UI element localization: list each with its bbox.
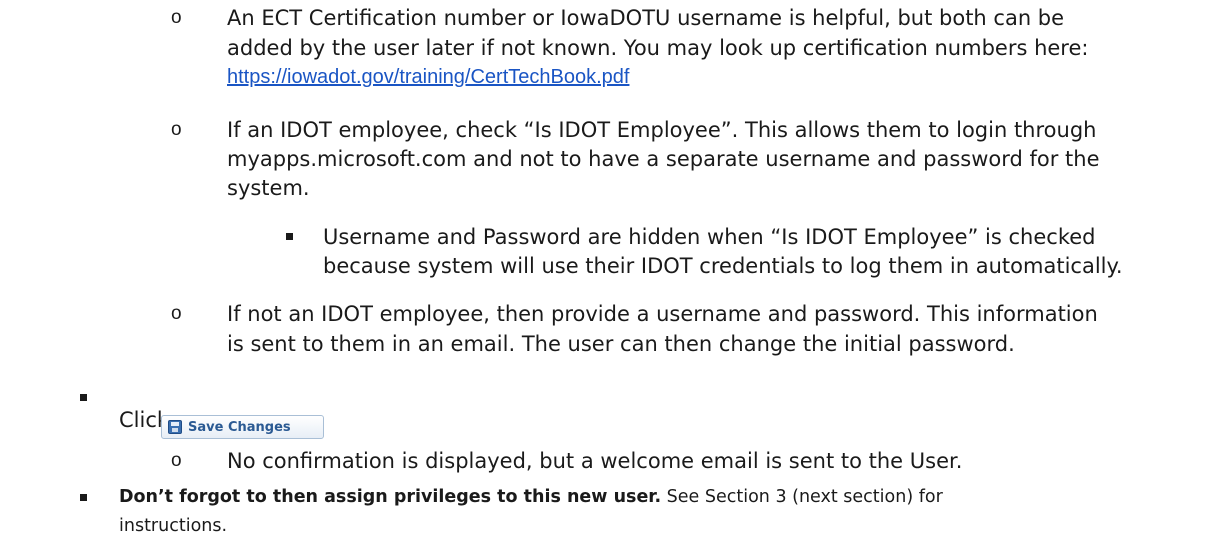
floppy-disk-icon <box>168 420 182 434</box>
idot-text-line-3: system. <box>227 176 310 200</box>
cert-tech-book-link[interactable]: https://iowadot.gov/training/CertTechBoo… <box>227 66 629 88</box>
idot-text-line-1: If an IDOT employee, check “Is IDOT Empl… <box>227 118 1097 142</box>
document-page: o An ECT Certification number or IowaDOT… <box>0 0 1218 548</box>
assign-privileges-bold-text: Don’t forgot to then assign privileges t… <box>119 487 662 507</box>
ect-link-line: https://iowadot.gov/training/CertTechBoo… <box>227 61 629 92</box>
assign-privileges-rest-text: See Section 3 (next section) for <box>661 487 943 507</box>
hidden-text-line-1: Username and Password are hidden when “I… <box>323 225 1096 249</box>
square-bullet-marker <box>80 394 87 401</box>
no-confirmation-text: No confirmation is displayed, but a welc… <box>227 449 963 473</box>
sub-bullet-marker: o <box>171 450 182 471</box>
ect-text-line-1: An ECT Certification number or IowaDOTU … <box>227 6 1065 30</box>
square-bullet-marker <box>286 233 293 240</box>
assign-privileges-line-2: instructions. <box>119 516 228 536</box>
save-changes-button[interactable]: Save Changes <box>161 415 324 439</box>
not-idot-text-line-1: If not an IDOT employee, then provide a … <box>227 302 1098 326</box>
assign-privileges-line-1: Don’t forgot to then assign privileges t… <box>119 484 943 510</box>
sub-bullet-marker: o <box>171 303 182 324</box>
idot-text-line-2: myapps.microsoft.com and not to have a s… <box>227 147 1100 171</box>
save-changes-button-label: Save Changes <box>188 419 291 435</box>
ect-text-line-2: added by the user later if not known. Yo… <box>227 36 1089 60</box>
not-idot-text-line-2: is sent to them in an email. The user ca… <box>227 332 1015 356</box>
square-bullet-marker <box>80 494 87 501</box>
sub-bullet-marker: o <box>171 7 182 28</box>
sub-bullet-marker: o <box>171 119 182 140</box>
hidden-text-line-2: because system will use their IDOT crede… <box>323 254 1123 278</box>
